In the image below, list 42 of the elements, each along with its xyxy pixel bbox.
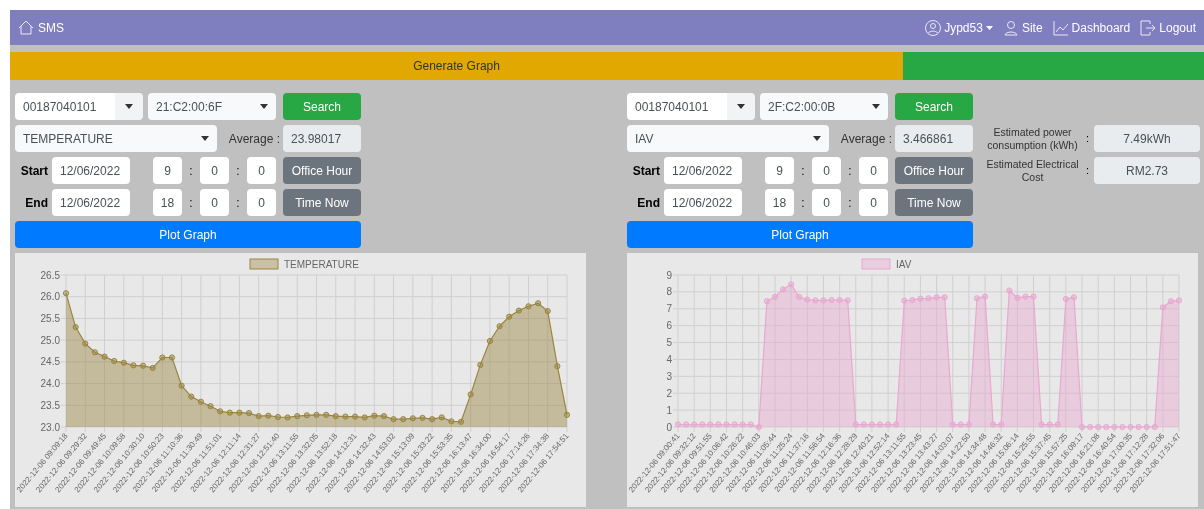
y-axis-label: 8 — [666, 286, 672, 298]
y-axis-label: 6 — [666, 320, 672, 332]
row-label: Start — [631, 162, 661, 180]
y-axis-label: 4 — [666, 353, 672, 365]
estimate-value: RM2.73 — [1094, 157, 1200, 184]
y-axis-label: 24.5 — [40, 356, 60, 368]
row-label: End — [636, 194, 661, 212]
estimate-label: Estimated power consumption (kWh) — [986, 125, 1079, 152]
average-label: Average : — [227, 130, 281, 148]
y-axis-label: 5 — [666, 337, 672, 349]
time-separator: : — [847, 194, 853, 212]
row-label: Start — [19, 162, 49, 180]
y-axis-label: 2 — [666, 387, 672, 399]
time-separator: : — [800, 162, 806, 180]
time-separator: : — [800, 194, 806, 212]
estimate-separator: : — [1085, 163, 1090, 179]
y-axis-label: 24.0 — [40, 378, 60, 390]
y-axis-label: 26.5 — [40, 269, 60, 281]
average-label: Average : — [839, 130, 893, 148]
legend-label: TEMPERATURE — [284, 259, 360, 270]
y-axis-label: 23.5 — [40, 399, 60, 411]
y-axis-label: 3 — [666, 370, 672, 382]
estimate-separator: : — [1085, 131, 1090, 147]
time-separator: : — [235, 162, 241, 180]
average-value: 3.466861 — [895, 125, 973, 152]
estimate-label: Estimated Electrical Cost — [985, 157, 1080, 184]
row-label: End — [24, 194, 49, 212]
y-axis-label: 25.0 — [40, 334, 60, 346]
y-axis-label: 7 — [666, 303, 672, 315]
y-axis-label: 1 — [666, 404, 672, 416]
time-separator: : — [847, 162, 853, 180]
time-separator: : — [188, 194, 194, 212]
y-axis-label: 23.0 — [40, 421, 60, 433]
average-value: 23.98017 — [283, 125, 361, 152]
y-axis-label: 26.0 — [40, 291, 60, 303]
time-separator: : — [188, 162, 194, 180]
estimate-value: 7.49kWh — [1094, 125, 1200, 152]
y-axis-label: 9 — [666, 269, 672, 281]
legend-label: IAV — [896, 259, 912, 270]
y-axis-label: 25.5 — [40, 312, 60, 324]
y-axis-label: 0 — [666, 421, 672, 433]
time-separator: : — [235, 194, 241, 212]
